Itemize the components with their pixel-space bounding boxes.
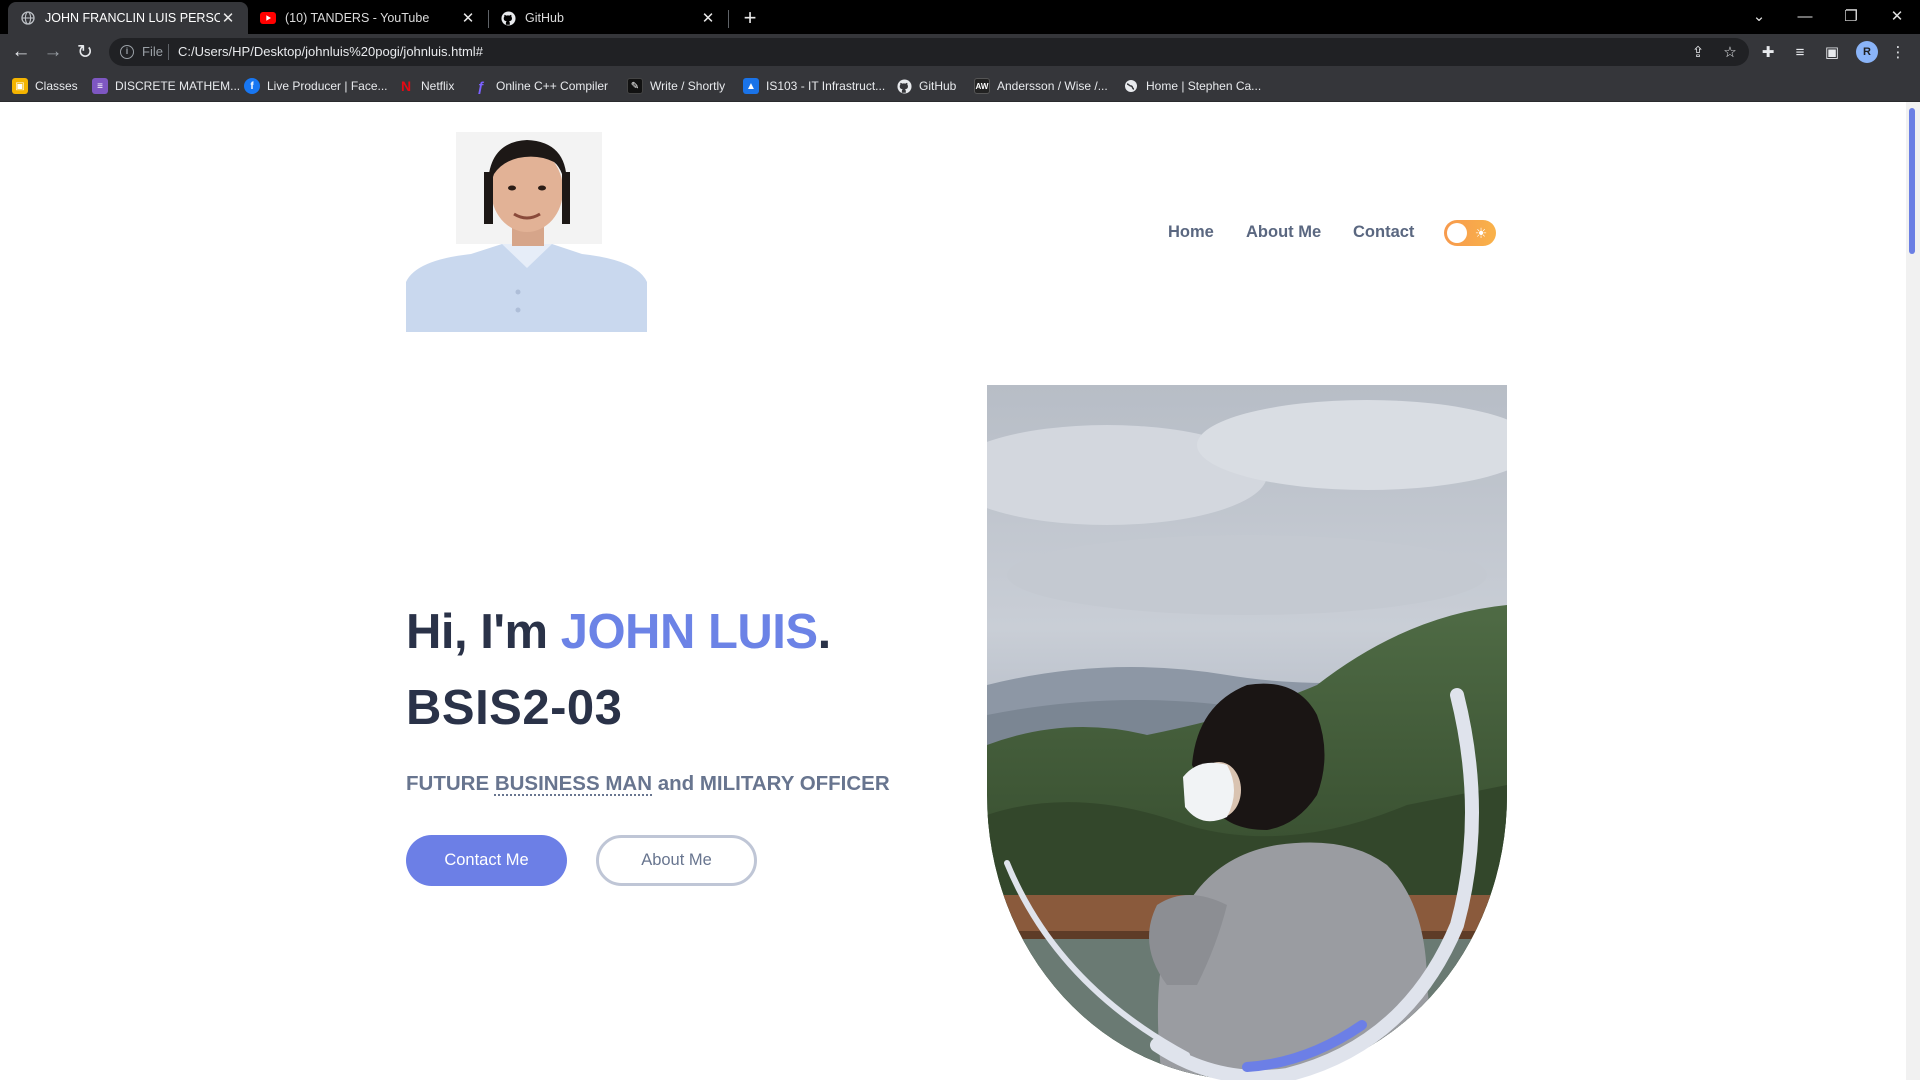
new-tab-button[interactable]: + xyxy=(736,4,764,32)
bookmark-write-shortly[interactable]: ✎ Write / Shortly xyxy=(627,74,725,98)
minimize-button[interactable]: — xyxy=(1782,0,1828,32)
contact-me-button[interactable]: Contact Me xyxy=(406,835,567,886)
sun-icon: ☀ xyxy=(1472,224,1490,242)
close-window-button[interactable]: ✕ xyxy=(1874,0,1920,32)
bookmark-is103[interactable]: ▲ IS103 - IT Infrastruct... xyxy=(743,74,885,98)
bookmark-label: Home | Stephen Ca... xyxy=(1146,79,1261,93)
tab-separator xyxy=(728,10,729,28)
hero-subtitle: FUTURE BUSINESS MAN and MILITARY OFFICER xyxy=(406,772,890,796)
greeting-text: Hi, I'm xyxy=(406,605,561,659)
subtitle-suffix: and MILITARY OFFICER xyxy=(652,772,890,795)
nav-about-me[interactable]: About Me xyxy=(1246,223,1321,242)
hero-headline: Hi, I'm JOHN LUIS. xyxy=(406,604,831,660)
scrollbar-thumb[interactable] xyxy=(1909,108,1915,254)
tab-title: GitHub xyxy=(525,11,700,25)
netflix-icon: N xyxy=(398,78,414,94)
book-icon: ≡ xyxy=(92,78,108,94)
nav-home[interactable]: Home xyxy=(1168,223,1214,242)
scheme-label: File xyxy=(142,44,163,59)
bookmark-andersson-wise[interactable]: AW Andersson / Wise /... xyxy=(974,74,1108,98)
facebook-icon: f xyxy=(244,78,260,94)
bookmark-label: Andersson / Wise /... xyxy=(997,79,1108,93)
tab-search-icon[interactable]: ⌄ xyxy=(1736,0,1782,32)
google-classroom-icon: ▣ xyxy=(12,78,28,94)
extensions-icon[interactable]: ✚ xyxy=(1756,40,1780,64)
tab-github[interactable]: GitHub ✕ xyxy=(488,2,728,34)
bookmark-label: GitHub xyxy=(919,79,956,93)
back-button[interactable]: ← xyxy=(7,38,35,66)
url-text[interactable]: C:/Users/HP/Desktop/johnluis%20pogi/john… xyxy=(178,44,483,59)
bookmark-star-icon[interactable]: ☆ xyxy=(1718,40,1742,64)
url-separator xyxy=(168,44,169,60)
wise-icon: AW xyxy=(974,78,990,94)
bookmark-label: Live Producer | Face... xyxy=(267,79,388,93)
forward-button[interactable]: → xyxy=(39,38,67,66)
info-icon[interactable]: i xyxy=(120,45,134,59)
share-icon[interactable]: ⇪ xyxy=(1686,40,1710,64)
theme-toggle[interactable]: ☀ xyxy=(1444,220,1496,246)
github-icon xyxy=(896,78,912,94)
bookmark-label: Classes xyxy=(35,79,78,93)
compiler-icon: ƒ xyxy=(473,78,489,94)
reload-button[interactable]: ↻ xyxy=(71,38,99,66)
restore-button[interactable]: ❐ xyxy=(1828,0,1874,32)
globe-icon xyxy=(20,10,36,26)
subtitle-prefix: FUTURE xyxy=(406,772,495,795)
subtitle-emphasis: BUSINESS MAN xyxy=(495,772,652,795)
youtube-icon xyxy=(260,10,276,26)
page-viewport xyxy=(0,102,1906,1080)
media-queue-icon[interactable]: ≡ xyxy=(1788,40,1812,64)
headline-period: . xyxy=(818,605,831,659)
menu-kebab-icon[interactable]: ⋮ xyxy=(1886,40,1910,64)
hero-name: JOHN LUIS xyxy=(561,605,818,659)
bookmark-cpp-compiler[interactable]: ƒ Online C++ Compiler xyxy=(473,74,608,98)
bookmark-stephen[interactable]: Home | Stephen Ca... xyxy=(1123,74,1261,98)
close-tab-icon[interactable]: ✕ xyxy=(460,10,476,26)
side-panel-icon[interactable]: ▣ xyxy=(1820,40,1844,64)
nav-contact[interactable]: Contact xyxy=(1353,223,1414,242)
toggle-knob xyxy=(1447,223,1467,243)
tab-title: (10) TANDERS - YouTube xyxy=(285,11,460,25)
bookmark-label: Netflix xyxy=(421,79,454,93)
tab-personal-site[interactable]: JOHN FRANCLIN LUIS PERSONAL ✕ xyxy=(8,2,248,34)
bookmark-netflix[interactable]: N Netflix xyxy=(398,74,454,98)
bookmark-live-producer[interactable]: f Live Producer | Face... xyxy=(244,74,388,98)
close-tab-icon[interactable]: ✕ xyxy=(220,10,236,26)
bookmark-github[interactable]: GitHub xyxy=(896,74,956,98)
tab-title: JOHN FRANCLIN LUIS PERSONAL xyxy=(45,11,220,25)
pen-icon: ✎ xyxy=(627,78,643,94)
profile-avatar[interactable]: R xyxy=(1856,41,1878,63)
bookmark-discrete-math[interactable]: ≡ DISCRETE MATHEM... xyxy=(92,74,240,98)
tab-youtube[interactable]: (10) TANDERS - YouTube ✕ xyxy=(248,2,488,34)
classroom-icon: ▲ xyxy=(743,78,759,94)
profile-logo-photo[interactable] xyxy=(406,132,647,332)
bookmark-label: DISCRETE MATHEM... xyxy=(115,79,240,93)
bookmark-label: Online C++ Compiler xyxy=(496,79,608,93)
hero-photo xyxy=(987,385,1507,1080)
bookmark-label: Write / Shortly xyxy=(650,79,725,93)
about-me-button[interactable]: About Me xyxy=(596,835,757,886)
hero-section-code: BSIS2-03 xyxy=(406,680,622,736)
bookmark-label: IS103 - IT Infrastruct... xyxy=(766,79,885,93)
github-icon xyxy=(500,10,516,26)
bookmark-classes[interactable]: ▣ Classes xyxy=(12,74,78,98)
globe-icon xyxy=(1123,78,1139,94)
close-tab-icon[interactable]: ✕ xyxy=(700,10,716,26)
